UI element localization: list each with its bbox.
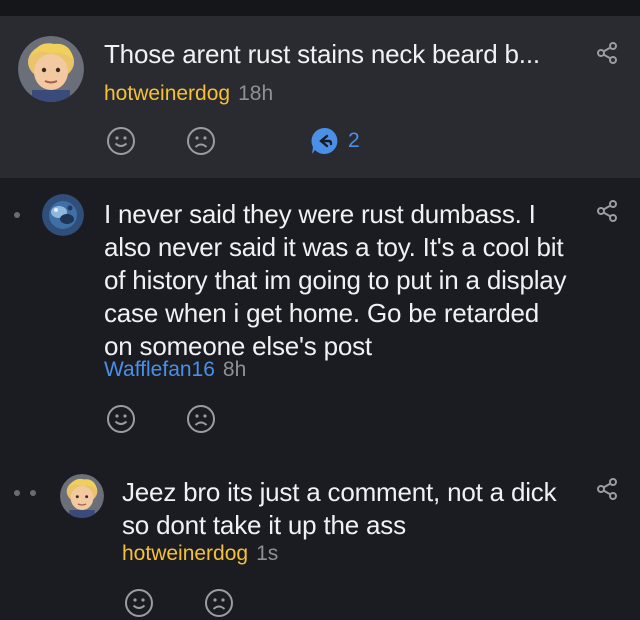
avatar[interactable] (60, 474, 104, 518)
cartoon-boy-avatar-icon (18, 36, 84, 102)
username-link[interactable]: hotweinerdog (122, 542, 248, 565)
comment-age: 1s (256, 542, 279, 565)
username-link[interactable]: hotweinerdog (104, 82, 230, 105)
frown-icon[interactable] (186, 404, 216, 434)
username-link[interactable]: Wafflefan16 (104, 358, 215, 381)
share-icon[interactable] (594, 476, 620, 502)
smiley-icon[interactable] (124, 588, 154, 618)
comment-3: Jeez bro its just a comment, not a dick … (0, 450, 640, 620)
comment-meta: Wafflefan16 8h (104, 358, 246, 382)
frown-icon[interactable] (186, 126, 216, 156)
comment-text: Those arent rust stains neck beard b... (104, 39, 540, 69)
reply-count: 2 (348, 129, 360, 152)
smiley-icon[interactable] (106, 404, 136, 434)
reply-count-button[interactable]: 2 (310, 126, 360, 156)
underwater-avatar-icon (42, 194, 84, 236)
share-icon[interactable] (594, 40, 620, 66)
cartoon-boy-avatar-icon (60, 474, 104, 518)
comment-text: Jeez bro its just a comment, not a dick … (122, 477, 557, 540)
avatar[interactable] (42, 194, 84, 236)
thread-indicator (30, 490, 36, 496)
smiley-icon[interactable] (106, 126, 136, 156)
comment-age: 8h (222, 358, 247, 381)
comment-2: I never said they were rust dumbass. I a… (0, 178, 640, 450)
comment-1: Those arent rust stains neck beard b... … (0, 16, 640, 178)
comment-meta: hotweinerdog 18h (104, 82, 273, 106)
avatar[interactable] (18, 36, 84, 102)
reply-bubble-icon (311, 127, 338, 154)
frown-icon[interactable] (204, 588, 234, 618)
top-bar (0, 0, 640, 16)
thread-indicator (14, 212, 20, 218)
comment-text: I never said they were rust dumbass. I a… (104, 199, 567, 361)
comment-age: 18h (238, 82, 274, 105)
share-icon[interactable] (594, 198, 620, 224)
comment-meta: hotweinerdog 1s (122, 542, 278, 566)
thread-indicator (14, 490, 20, 496)
